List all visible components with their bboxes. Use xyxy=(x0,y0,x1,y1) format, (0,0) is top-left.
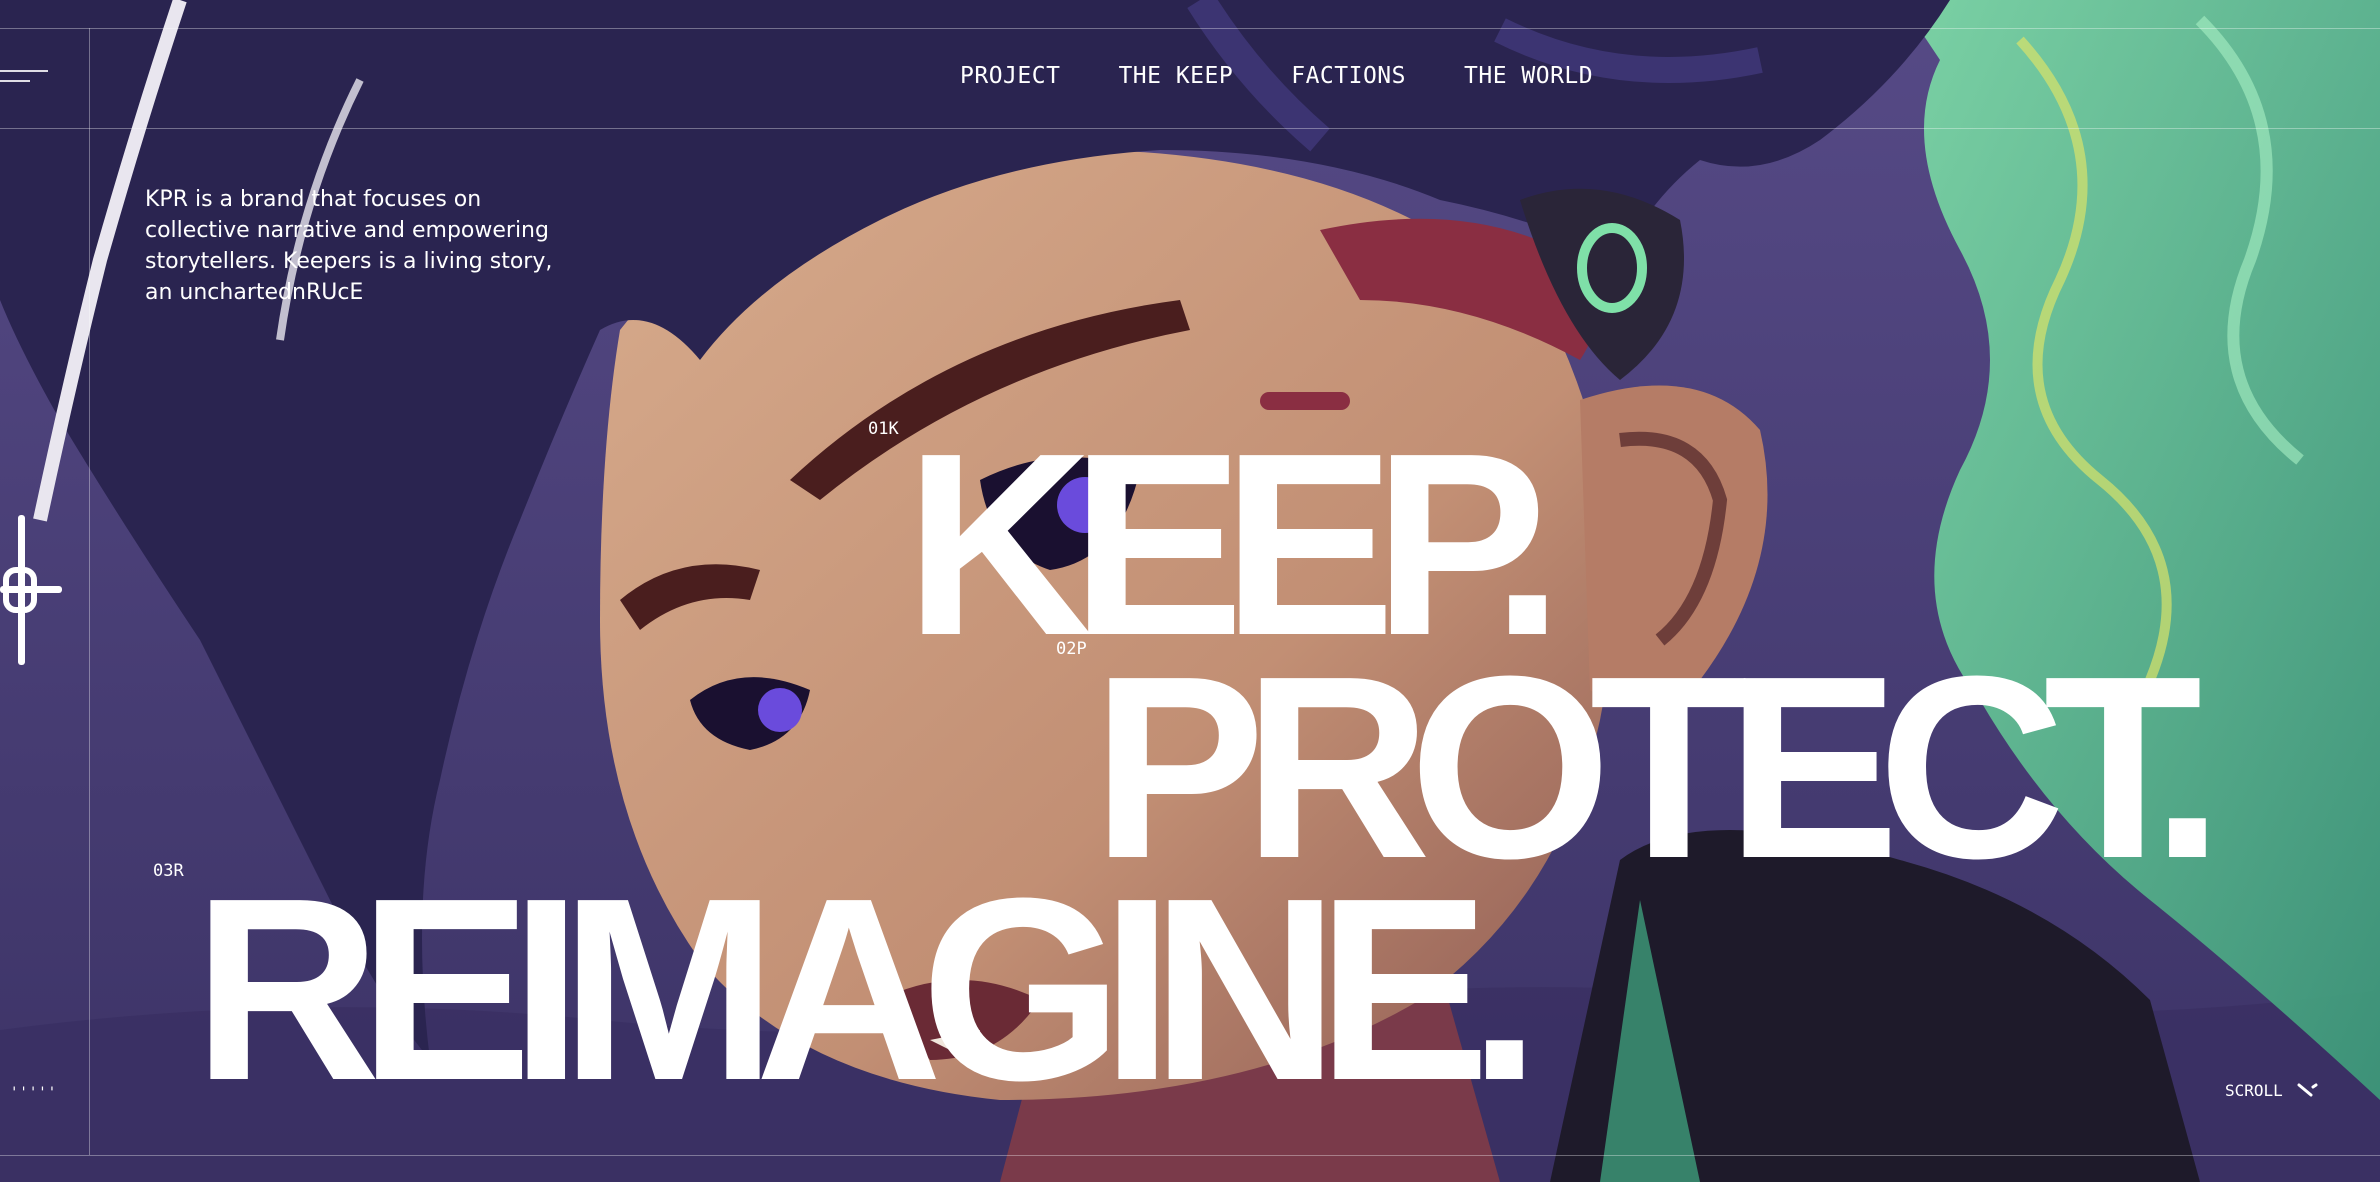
scroll-label: SCROLL xyxy=(2225,1081,2283,1100)
hud-top-rule xyxy=(0,28,2380,29)
nav-the-world[interactable]: THE WORLD xyxy=(1464,63,1593,89)
hamburger-icon-line xyxy=(0,80,30,82)
menu-button[interactable] xyxy=(0,68,50,90)
intro-text: KPR is a brand that focuses on collectiv… xyxy=(145,187,553,305)
main-nav: PROJECT THE KEEP FACTIONS THE WORLD xyxy=(960,63,1593,89)
headline-tag-01k: 01K xyxy=(868,419,899,439)
hud-header-rule xyxy=(0,128,2380,129)
arrow-down-right-icon xyxy=(2297,1083,2318,1096)
nav-project[interactable]: PROJECT xyxy=(960,63,1060,89)
hud-bottom-rule xyxy=(0,1155,2380,1156)
nav-the-keep[interactable]: THE KEEP xyxy=(1118,63,1233,89)
headline-tag-03r: 03R xyxy=(153,861,184,881)
nav-factions[interactable]: FACTIONS xyxy=(1291,63,1406,89)
hamburger-icon xyxy=(0,70,48,72)
hud-left-rule xyxy=(89,28,90,1155)
scroll-indicator[interactable]: SCROLL xyxy=(2225,1081,2319,1100)
crosshair-icon xyxy=(0,515,62,665)
tick-marks: ''''' xyxy=(10,1085,58,1101)
headline-reimagine: REIMAGINE. xyxy=(193,845,1541,1135)
